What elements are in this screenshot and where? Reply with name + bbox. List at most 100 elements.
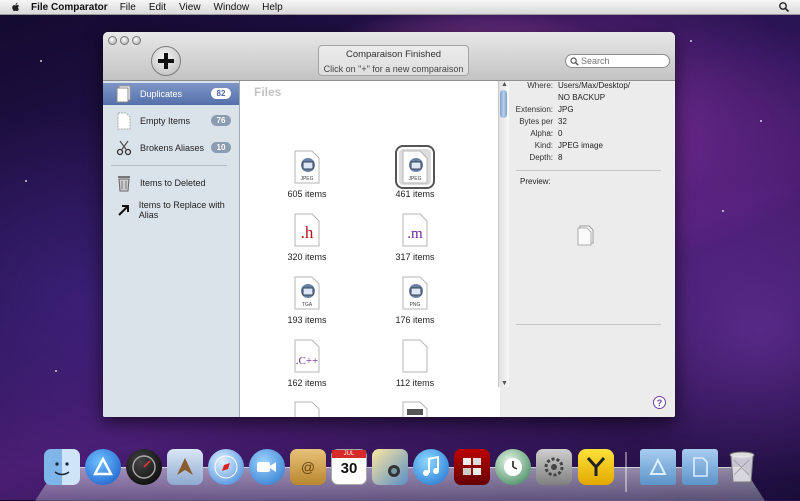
new-comparison-button[interactable] xyxy=(151,46,181,76)
sidebar-item-replace-with-alias[interactable]: Items to Replace with Alias xyxy=(103,199,239,221)
applications-folder-icon[interactable] xyxy=(640,449,676,485)
minimize-button[interactable] xyxy=(120,36,129,45)
file-group-count: 193 items xyxy=(287,315,327,325)
address-book-icon[interactable]: @ xyxy=(290,449,326,485)
svg-text:JPEG: JPEG xyxy=(300,176,313,182)
sidebar-item-items-to-deleted[interactable]: Items to Deleted xyxy=(103,172,239,194)
safari-icon[interactable] xyxy=(208,449,244,485)
search-field[interactable] xyxy=(565,54,670,68)
app-menu[interactable]: File Comparator xyxy=(31,2,108,13)
file-group-h[interactable]: .h 320 items xyxy=(267,212,347,262)
alias-arrow-icon xyxy=(115,201,132,219)
sidebar-item-label: Duplicates xyxy=(140,89,183,99)
info-value: JPEG image xyxy=(558,141,603,150)
info-row-alpha: Alpha: 0 xyxy=(513,129,675,141)
info-value: JPG xyxy=(558,105,574,114)
partial-file-icon xyxy=(401,401,429,417)
ical-day: 30 xyxy=(340,460,358,477)
scroll-up-arrow[interactable]: ▲ xyxy=(501,81,508,88)
blank-file-icon xyxy=(402,339,428,373)
plus-icon xyxy=(158,53,174,69)
apple-menu-icon[interactable] xyxy=(11,2,21,13)
file-group-m[interactable]: .m 317 items xyxy=(375,212,455,262)
time-machine-icon[interactable] xyxy=(495,449,531,485)
count-badge: 10 xyxy=(211,142,231,153)
star xyxy=(55,370,57,372)
scroll-down-arrow[interactable]: ▼ xyxy=(501,380,508,387)
menu-window[interactable]: Window xyxy=(214,2,250,13)
files-panel: Files JPEG 605 items JPEG 461 items .h 3… xyxy=(240,81,509,417)
itunes-icon[interactable] xyxy=(413,449,449,485)
help-button[interactable]: ? xyxy=(653,396,666,409)
search-input[interactable] xyxy=(581,56,665,66)
menu-file[interactable]: File xyxy=(120,2,136,13)
file-group-count: 162 items xyxy=(287,378,327,388)
sidebar-divider xyxy=(111,165,227,166)
window-controls xyxy=(108,36,141,45)
files-heading: Files xyxy=(254,85,282,99)
status-display: Comparaison Finished Click on "+" for a … xyxy=(318,45,469,76)
svg-text:TGA: TGA xyxy=(302,302,313,308)
trash-icon[interactable] xyxy=(724,449,760,485)
file-group-cpp[interactable]: .C++ 162 items xyxy=(267,338,347,388)
sidebar: Duplicates 82 Empty Items 76 Brokens Ali… xyxy=(103,81,240,417)
zoom-button[interactable] xyxy=(132,36,141,45)
facetime-icon[interactable] xyxy=(249,449,285,485)
info-key: Where: xyxy=(527,81,553,90)
ical-icon[interactable]: JUL 30 xyxy=(331,449,367,485)
file-group-blank[interactable]: 112 items xyxy=(375,338,455,388)
info-key: Depth: xyxy=(529,153,553,162)
system-preferences-icon[interactable] xyxy=(536,449,572,485)
star xyxy=(760,120,762,122)
svg-text:.h: .h xyxy=(301,223,314,242)
toolbar: Comparaison Finished Click on "+" for a … xyxy=(103,32,675,81)
file-group-jpeg-2[interactable]: JPEG 461 items xyxy=(375,145,455,199)
photo-booth-icon[interactable] xyxy=(454,449,490,485)
finder-icon[interactable] xyxy=(44,449,80,485)
sidebar-item-empty-items[interactable]: Empty Items 76 xyxy=(103,110,239,132)
main-window: Comparaison Finished Click on "+" for a … xyxy=(103,32,675,417)
trash-icon xyxy=(115,174,133,192)
documents-folder-icon[interactable] xyxy=(682,449,718,485)
star xyxy=(40,60,42,62)
star xyxy=(690,40,692,42)
svg-text:JPEG: JPEG xyxy=(408,176,421,182)
scroll-thumb[interactable] xyxy=(500,90,507,118)
file-group-jpeg-1[interactable]: JPEG 605 items xyxy=(267,149,347,199)
app-store-icon[interactable] xyxy=(85,449,121,485)
sidebar-item-label: Brokens Aliases xyxy=(140,143,205,153)
mail-icon[interactable] xyxy=(167,449,203,485)
info-row-bytes: Bytes per ... 32 xyxy=(513,117,675,135)
menu-view[interactable]: View xyxy=(179,2,201,13)
preview-label: Preview: xyxy=(520,177,551,186)
jpeg-file-icon: JPEG xyxy=(402,150,428,184)
sidebar-item-broken-aliases[interactable]: Brokens Aliases 10 xyxy=(103,137,239,159)
vertical-scrollbar[interactable]: ▲ ▼ xyxy=(498,81,509,387)
png-file-icon: PNG xyxy=(402,276,428,310)
m-file-icon: .m xyxy=(402,213,428,247)
info-value: NO BACKUP xyxy=(558,93,606,102)
tga-file-icon: TGA xyxy=(294,276,320,310)
count-badge: 82 xyxy=(211,88,231,99)
info-key: Extension: xyxy=(515,105,553,114)
iphoto-icon[interactable] xyxy=(372,449,408,485)
info-panel: Where: Users/Max/Desktop/ NO BACKUP Exte… xyxy=(513,81,675,417)
info-row-depth: Depth: 8 xyxy=(513,153,675,165)
info-row-extension: Extension: JPG xyxy=(513,105,675,117)
search-icon xyxy=(570,56,579,66)
menu-help[interactable]: Help xyxy=(262,2,283,13)
svg-text:.m: .m xyxy=(407,226,423,242)
file-comparator-icon[interactable] xyxy=(578,449,614,485)
file-group-count: 176 items xyxy=(395,315,435,325)
menu-edit[interactable]: Edit xyxy=(149,2,166,13)
file-group-tga[interactable]: TGA 193 items xyxy=(267,275,347,325)
status-hint: Click on "+" for a new comparaison xyxy=(323,64,464,74)
spotlight-icon[interactable] xyxy=(778,1,790,13)
partial-file-icon xyxy=(293,401,321,417)
file-group-count: 317 items xyxy=(395,252,435,262)
file-group-png[interactable]: PNG 176 items xyxy=(375,275,455,325)
close-button[interactable] xyxy=(108,36,117,45)
sidebar-item-duplicates[interactable]: Duplicates 82 xyxy=(103,83,239,105)
dashboard-icon[interactable] xyxy=(126,449,162,485)
info-row-where: Where: Users/Max/Desktop/ xyxy=(513,81,675,93)
